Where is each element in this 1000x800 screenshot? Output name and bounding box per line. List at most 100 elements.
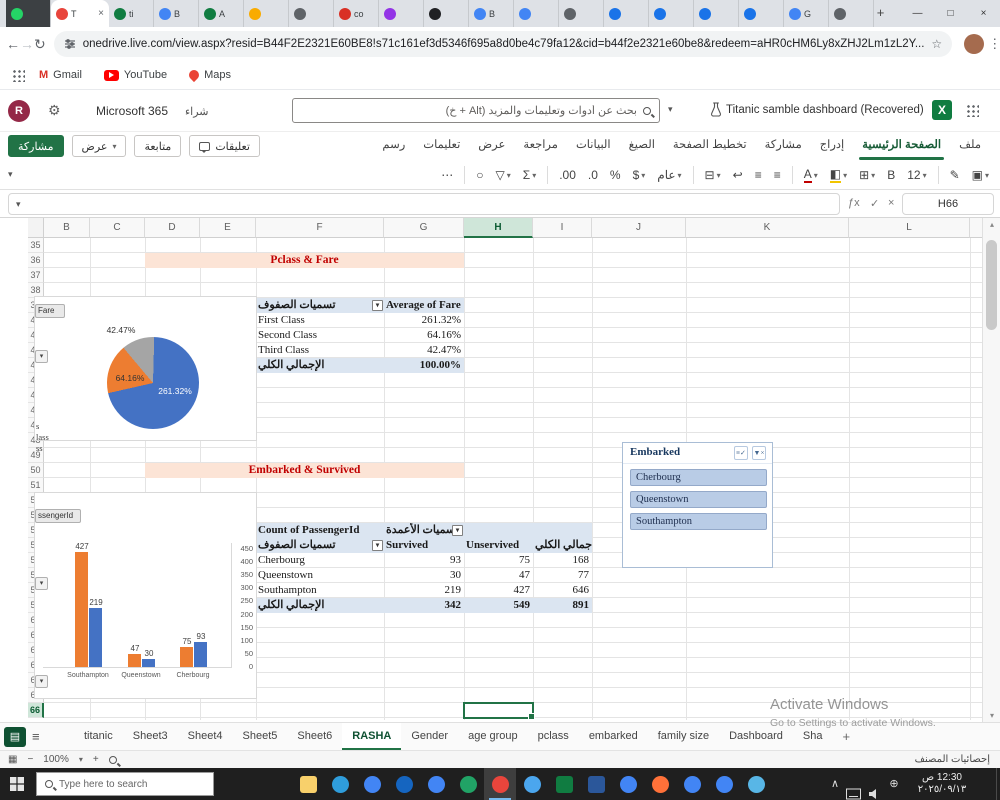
fill-color-button[interactable]: ◧ ▾: [825, 166, 852, 185]
collapse-ribbon-icon[interactable]: ▾: [8, 169, 13, 180]
taskbar-app-edge[interactable]: [324, 768, 356, 800]
filter-dropdown-icon[interactable]: ▾: [372, 300, 383, 311]
taskbar-app-chrome-1[interactable]: [356, 768, 388, 800]
formula-input[interactable]: [8, 193, 840, 215]
sheet-list-menu-icon[interactable]: ≡: [32, 723, 40, 751]
browser-tab-8[interactable]: co: [334, 0, 379, 27]
zoom-out-button[interactable]: −: [27, 754, 33, 765]
excel-search-input[interactable]: [301, 104, 637, 117]
font-size-select[interactable]: 12 ▾: [902, 166, 931, 184]
maximize-button[interactable]: □: [934, 0, 967, 27]
ribbon-tab-3[interactable]: إدراج: [811, 132, 854, 160]
row-labels-header-cell[interactable]: تسميات الصفوف ▾: [256, 538, 384, 553]
chart-filter-dropdown-icon[interactable]: ▾: [35, 675, 48, 688]
wrap-text-button[interactable]: ↩: [728, 166, 748, 184]
excel-search-box[interactable]: [292, 98, 660, 123]
taskbar-app-excel[interactable]: [548, 768, 580, 800]
sheet-navigation-button[interactable]: ▤: [4, 727, 26, 747]
chart-filter-dropdown-icon[interactable]: ▾: [35, 350, 48, 363]
pivot-value[interactable]: 427: [464, 583, 533, 598]
browser-tab-3[interactable]: ti: [109, 0, 154, 27]
browser-tab-12[interactable]: [514, 0, 559, 27]
taskbar-app-chrome-4[interactable]: [676, 768, 708, 800]
browser-tab-13[interactable]: [559, 0, 604, 27]
pivot-value[interactable]: 77: [533, 568, 592, 583]
tab-close-icon[interactable]: ×: [98, 8, 104, 19]
slicer-item-queenstown[interactable]: Queenstown: [630, 491, 767, 508]
select-all-corner[interactable]: [28, 218, 44, 238]
browser-menu-icon[interactable]: ⋮: [988, 36, 1000, 52]
row-header-66[interactable]: 66: [28, 703, 44, 718]
sheet-tab-titanic[interactable]: titanic: [74, 723, 123, 751]
selected-cell-h66[interactable]: [463, 702, 535, 720]
column-header-C[interactable]: C: [90, 218, 145, 238]
browser-tab-16[interactable]: [694, 0, 739, 27]
row-header-51[interactable]: 51: [28, 478, 44, 493]
find-button[interactable]: ○: [471, 166, 488, 184]
pivot-value[interactable]: 64.16%: [384, 328, 464, 343]
apps-grid-icon[interactable]: [12, 68, 25, 82]
sheet-tab-age-group[interactable]: age group: [458, 723, 528, 751]
multi-select-icon[interactable]: ≡✓: [734, 446, 748, 460]
column-header-H[interactable]: H: [464, 218, 533, 238]
column-header-D[interactable]: D: [145, 218, 200, 238]
enter-check-icon[interactable]: ✓: [870, 197, 879, 210]
slicer-item-cherbourg[interactable]: Cherbourg: [630, 469, 767, 486]
column-header-B[interactable]: B: [44, 218, 90, 238]
pivot-row-label[interactable]: Third Class: [256, 343, 384, 358]
url-field[interactable]: onedrive.live.com/view.aspx?resid=B44F2E…: [53, 31, 953, 57]
zoom-in-button[interactable]: +: [93, 754, 99, 765]
browser-tab-19[interactable]: [829, 0, 874, 27]
bookmark-gmail[interactable]: M Gmail: [31, 69, 90, 81]
row-header-36[interactable]: 36: [28, 253, 44, 268]
sheet-view-grid-icon[interactable]: ▦: [8, 754, 17, 765]
currency-format-button[interactable]: $ ▾: [628, 166, 651, 184]
browser-tab-7[interactable]: [289, 0, 334, 27]
sheet-tab-sheet5[interactable]: Sheet5: [233, 723, 288, 751]
taskbar-app-app-blue[interactable]: [388, 768, 420, 800]
taskbar-clock[interactable]: 12:30 ص ٢٠٢٥/٠٩/١٣: [906, 772, 978, 796]
bookmark-maps[interactable]: Maps: [181, 67, 239, 83]
browser-tab-17[interactable]: [739, 0, 784, 27]
view-mode-button[interactable]: عرض ▾: [71, 135, 127, 157]
column-labels-header-cell[interactable]: تسميات الأعمدة ▾: [384, 523, 464, 538]
pivot-row-label[interactable]: Cherbourg: [256, 553, 384, 568]
browser-tab-15[interactable]: [649, 0, 694, 27]
taskbar-app-file-explorer[interactable]: [292, 768, 324, 800]
row-header-35[interactable]: 35: [28, 238, 44, 253]
chevron-down-icon[interactable]: ▾: [668, 104, 673, 115]
sheet-tab-sheet4[interactable]: Sheet4: [178, 723, 233, 751]
pivot-value[interactable]: 646: [533, 583, 592, 598]
browser-tab-18[interactable]: G: [784, 0, 829, 27]
close-button[interactable]: ×: [967, 0, 1000, 27]
autosum-button[interactable]: Σ ▾: [518, 166, 541, 184]
taskbar-app-word[interactable]: [580, 768, 612, 800]
speaker-icon[interactable]: [868, 778, 880, 800]
slicer-item-southampton[interactable]: Southampton: [630, 513, 767, 530]
start-button-icon[interactable]: [10, 777, 24, 791]
site-settings-icon[interactable]: [64, 38, 76, 50]
new-tab-button[interactable]: +: [872, 5, 889, 22]
browser-tab-10[interactable]: [424, 0, 469, 27]
pivot-value[interactable]: 47: [464, 568, 533, 583]
bookmark-star-icon[interactable]: ☆: [931, 37, 942, 51]
pivot-value[interactable]: 168: [533, 553, 592, 568]
filter-dropdown-icon[interactable]: ▾: [372, 540, 383, 551]
app-launcher-icon[interactable]: [966, 104, 979, 117]
pivot-value[interactable]: 42.47%: [384, 343, 464, 358]
sheet-tab-gender[interactable]: Gender: [401, 723, 458, 751]
column-header-grand-total[interactable]: الإجمالي الكلي: [533, 538, 592, 553]
column-header-unservived[interactable]: Unservived: [464, 538, 533, 553]
decrease-decimal-button[interactable]: .0: [583, 166, 603, 184]
percent-style-button[interactable]: %: [605, 166, 626, 184]
back-button[interactable]: ←: [6, 36, 20, 52]
ribbon-tab-8[interactable]: مراجعة: [514, 132, 567, 160]
paste-button[interactable]: ▣ ▾: [967, 166, 994, 184]
sort-filter-button[interactable]: ▽ ▾: [491, 166, 516, 184]
pivot-value[interactable]: 219: [384, 583, 464, 598]
browser-tab-2[interactable]: T ×: [51, 0, 109, 27]
row-header-37[interactable]: 37: [28, 268, 44, 283]
taskbar-app-chrome-active[interactable]: [484, 768, 516, 800]
sheet-tab-pclass[interactable]: pclass: [528, 723, 579, 751]
column-header-F[interactable]: F: [256, 218, 384, 238]
